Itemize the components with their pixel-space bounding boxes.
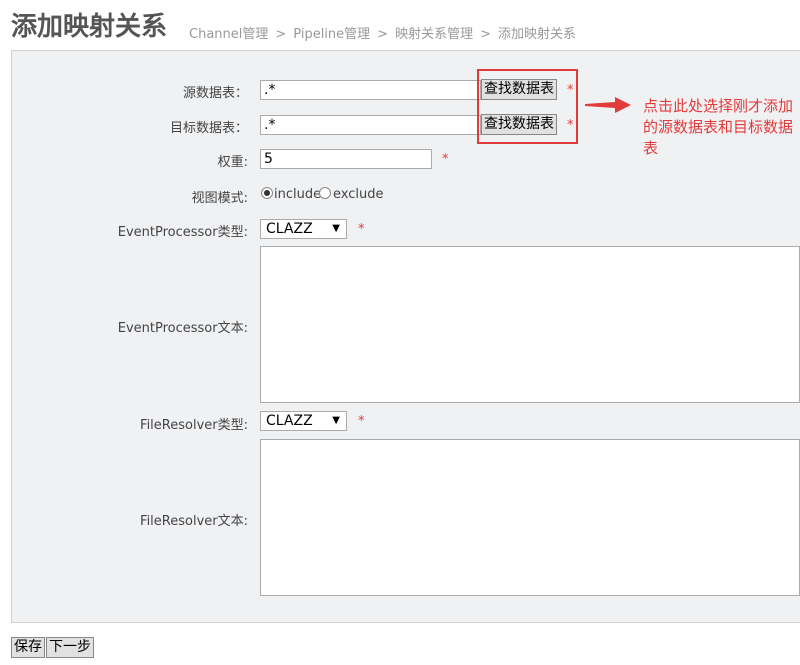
breadcrumb-current: 添加映射关系	[498, 27, 577, 42]
breadcrumb-separator: >	[275, 27, 287, 42]
weight-label: 权重:	[217, 155, 248, 170]
view-mode-exclude-radio[interactable]	[319, 187, 331, 199]
required-marker: *	[442, 152, 449, 167]
view-mode-include-label[interactable]: include	[274, 187, 321, 202]
file-resolver-type-label: FileResolver类型:	[140, 418, 248, 433]
weight-input[interactable]	[260, 149, 432, 169]
annotation-highlight-box	[477, 69, 578, 144]
file-resolver-text-label: FileResolver文本:	[140, 514, 248, 529]
annotation-text: 点击此处选择刚才添加的源数据表和目标数据表	[643, 97, 794, 157]
file-resolver-type-select[interactable]: CLAZZ ▼	[260, 411, 347, 431]
breadcrumb: Channel管理 > Pipeline管理 > 映射关系管理 > 添加映射关系	[189, 23, 576, 42]
event-processor-textarea[interactable]	[260, 246, 800, 403]
required-marker: *	[358, 222, 365, 237]
view-mode-label: 视图模式:	[191, 191, 248, 206]
dropdown-arrow-icon: ▼	[332, 223, 340, 234]
source-table-input[interactable]	[260, 80, 481, 100]
target-table-input[interactable]	[260, 115, 481, 135]
breadcrumb-channel[interactable]: Channel管理	[189, 27, 268, 42]
event-processor-type-value: CLAZZ	[266, 221, 313, 237]
breadcrumb-separator: >	[377, 27, 389, 42]
breadcrumb-mapping[interactable]: 映射关系管理	[395, 27, 473, 42]
file-resolver-type-value: CLAZZ	[266, 413, 313, 429]
event-processor-text-label: EventProcessor文本:	[117, 321, 248, 336]
event-processor-type-select[interactable]: CLAZZ ▼	[260, 219, 347, 239]
annotation-arrow-icon	[585, 97, 631, 113]
save-button[interactable]: 保存	[11, 637, 45, 658]
page-title: 添加映射关系	[11, 12, 168, 42]
required-marker: *	[358, 414, 365, 429]
breadcrumb-pipeline[interactable]: Pipeline管理	[293, 27, 370, 42]
source-table-label: 源数据表：	[182, 86, 248, 101]
dropdown-arrow-icon: ▼	[332, 415, 340, 426]
file-resolver-textarea[interactable]	[260, 439, 800, 596]
next-step-button[interactable]: 下一步	[46, 637, 94, 658]
event-processor-type-label: EventProcessor类型:	[117, 225, 248, 240]
target-table-label: 目标数据表：	[169, 121, 248, 136]
view-mode-exclude-label[interactable]: exclude	[333, 187, 383, 202]
view-mode-include-radio[interactable]	[261, 187, 273, 199]
breadcrumb-separator: >	[480, 27, 491, 42]
page-header: 添加映射关系 Channel管理 > Pipeline管理 > 映射关系管理 > 添加映射关…	[0, 0, 800, 48]
